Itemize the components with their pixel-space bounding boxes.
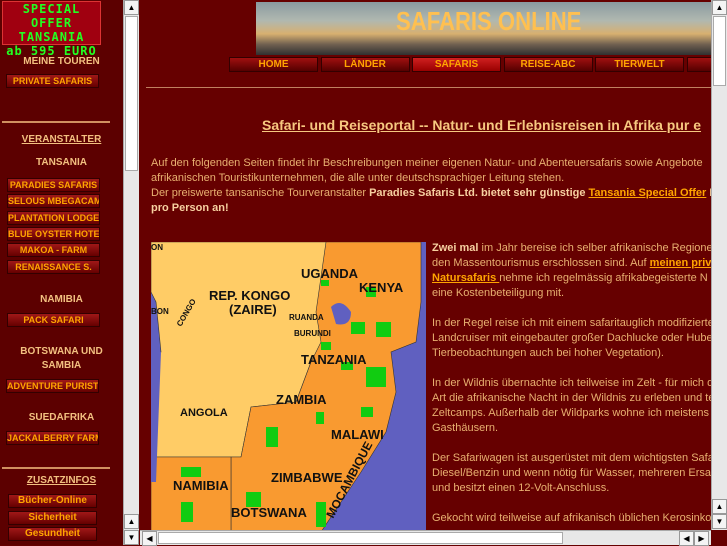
text-line: Tierbeobachtungen auch bei hoher Vegetat…: [432, 347, 664, 359]
map-label: ZIMBABWE: [271, 470, 343, 485]
private-safaris-link[interactable]: meinen priv: [650, 257, 711, 269]
scroll-up-arrow-icon[interactable]: ▲: [712, 0, 727, 15]
text-bold: pro Person an!: [151, 202, 229, 214]
renaissance-button[interactable]: RENAISSANCE S.: [7, 260, 100, 274]
main-vertical-scrollbar[interactable]: ▲ ▲ ▼: [711, 0, 727, 530]
paradies-safaris-button[interactable]: PARADIES SAFARIS: [7, 178, 100, 192]
text: nehme ich regelmässig afrikabegeisterte …: [499, 272, 708, 284]
text-line: Der Safariwagen ist ausgerüstet mit dem …: [432, 452, 711, 464]
text-line: Diesel/Benzin und wenn nötig für Wasser,…: [432, 467, 711, 479]
text: den Massentourismus erschlossen sind. Au…: [432, 257, 650, 269]
nav-tab[interactable]: TIERWELT: [595, 57, 684, 72]
text-line: In der Wildnis übernachte ich teilweise …: [432, 377, 711, 389]
scroll-thumb[interactable]: [125, 16, 138, 171]
nav-tab[interactable]: SAFARIS: [412, 57, 501, 72]
offer-line: TANSANIA: [18, 30, 85, 44]
zusatzinfos-link[interactable]: ZUSATZINFOS: [0, 475, 123, 486]
gesundheit-button[interactable]: Gesundheit: [8, 527, 97, 541]
text-line: und besitzt einen 12-Volt-Anschluss.: [432, 482, 610, 494]
main-horizontal-scrollbar[interactable]: ◀ ◀ ▶: [140, 530, 711, 546]
map-label: UGANDA: [301, 266, 359, 281]
tansania-special-offer-link[interactable]: Tansania Special Offer: [589, 187, 707, 199]
divider: [2, 121, 110, 123]
map-label: ANGOLA: [180, 407, 228, 419]
text-line: Gasthäusern.: [432, 422, 499, 434]
blue-oyster-hotel-button[interactable]: BLUE OYSTER HOTEL: [7, 227, 100, 241]
text: im Jahr bereise ich selber afrikanische …: [478, 242, 711, 254]
left-frame: SPECIAL OFFER TANSANIA ab 595 EURO MEINE…: [0, 0, 123, 545]
scroll-down-arrow-icon[interactable]: ▼: [124, 530, 139, 545]
scroll-left-arrow-icon[interactable]: ◀: [679, 531, 694, 546]
map-label: TANZANIA: [301, 352, 367, 367]
scroll-down-arrow-icon[interactable]: ▼: [712, 514, 727, 529]
heading-meine-touren: MEINE TOUREN: [23, 56, 100, 67]
map-label: ON: [151, 243, 163, 252]
offer-line: SPECIAL OFFER: [22, 2, 81, 30]
map-label: BURUNDI: [294, 329, 331, 338]
heading-tansania: TANSANIA: [36, 157, 87, 168]
text-line: Art die afrikanische Nacht in der Wildni…: [432, 392, 711, 404]
heading-botswana: BOTSWANA UND SAMBIA: [20, 346, 103, 371]
nav-tab[interactable]: DI: [686, 57, 711, 72]
plantation-lodge-button[interactable]: PLANTATION LODGE: [7, 211, 100, 225]
map-label: REP. KONGO: [209, 288, 290, 303]
text-line: Zeltcamps. Außerhalb der Wildparks wohne…: [432, 407, 709, 419]
jackalberry-farm-button[interactable]: JACKALBERRY FARM: [6, 431, 99, 445]
map-label: (ZAIRE): [229, 302, 277, 317]
text-bold: Paradies Safaris Ltd. bietet sehr günsti…: [369, 187, 589, 199]
text: Der preiswerte tansanische Tourveranstal…: [151, 187, 370, 199]
private-safaris-button[interactable]: PRIVATE SAFARIS: [6, 74, 99, 88]
divider: [146, 87, 711, 88]
site-title: SAFARIS ONLINE: [396, 6, 582, 36]
text-line: In der Regel reise ich mit einem safarit…: [432, 317, 711, 329]
page-title[interactable]: Safari- und Reiseportal -- Natur- und Er…: [262, 117, 701, 133]
scroll-thumb[interactable]: [713, 16, 726, 86]
buecher-online-button[interactable]: Bücher-Online: [8, 494, 97, 508]
heading-suedafrika: SUEDAFRIKA: [28, 412, 95, 423]
natursafaris-link[interactable]: Natursafaris: [432, 272, 499, 284]
nav-tab[interactable]: HOME: [229, 57, 318, 72]
divider: [2, 467, 110, 469]
map-label: MALAWI: [331, 427, 384, 442]
text-line: Auf den folgenden Seiten findet ihr Besc…: [151, 157, 703, 169]
scroll-right-arrow-icon[interactable]: ▶: [694, 531, 709, 546]
map-label: NAMIBIA: [173, 478, 229, 493]
veranstalter-link[interactable]: VERANSTALTER: [0, 134, 123, 145]
map-label: BON: [151, 307, 169, 316]
header-banner: SAFARIS ONLINE: [256, 2, 711, 55]
map-label: BOTSWANA: [231, 505, 307, 520]
text-line: afrikanischen Touristikunternehmen, die …: [151, 172, 565, 184]
map-label: RUANDA: [289, 313, 324, 322]
selous-mbegacamp-button[interactable]: SELOUS MBEGACAMP: [7, 194, 100, 208]
pack-safari-button[interactable]: PACK SAFARI: [7, 313, 100, 327]
scroll-left-arrow-icon[interactable]: ◀: [142, 531, 157, 546]
intro-text: Auf den folgenden Seiten findet ihr Besc…: [151, 156, 711, 216]
scroll-thumb[interactable]: [158, 532, 563, 544]
makoa-farm-button[interactable]: MAKOA - FARM: [7, 243, 100, 257]
text-line: Gekocht wird teilweise auf afrikanisch ü…: [432, 512, 711, 524]
left-vertical-scrollbar[interactable]: ▲ ▲ ▼: [123, 0, 139, 545]
sicherheit-button[interactable]: Sicherheit: [8, 511, 97, 525]
text-line: eine Kostenbeteiligung mit.: [432, 287, 565, 299]
heading-namibia: NAMIBIA: [40, 294, 83, 305]
africa-map: ON BON CONGO REP. KONGO (ZAIRE) UGANDA K…: [151, 242, 426, 530]
scroll-up-arrow-icon[interactable]: ▲: [124, 0, 139, 15]
main-frame: SAFARIS ONLINE HOME LÄNDER SAFARIS REISE-AB…: [140, 0, 711, 530]
text-line: Der preiswerte tansanische Tourveranstal…: [151, 186, 711, 201]
adventure-purists-button[interactable]: ADVENTURE PURISTS: [6, 379, 99, 393]
description-text: Zwei mal im Jahr bereise ich selber afri…: [432, 241, 711, 526]
scroll-up-arrow-icon[interactable]: ▲: [124, 514, 139, 529]
text-line: Landcruiser mit eingebauter großer Dachl…: [432, 332, 711, 344]
nav-tab[interactable]: REISE-ABC: [503, 57, 593, 72]
scroll-up-arrow-icon[interactable]: ▲: [712, 499, 727, 514]
map-label: KENYA: [359, 280, 404, 295]
text-bold: Zwei mal: [432, 242, 479, 254]
map-label: ZAMBIA: [276, 392, 327, 407]
nav-tab[interactable]: LÄNDER: [320, 57, 410, 72]
special-offer-banner[interactable]: SPECIAL OFFER TANSANIA ab 595 EURO: [2, 1, 101, 58]
